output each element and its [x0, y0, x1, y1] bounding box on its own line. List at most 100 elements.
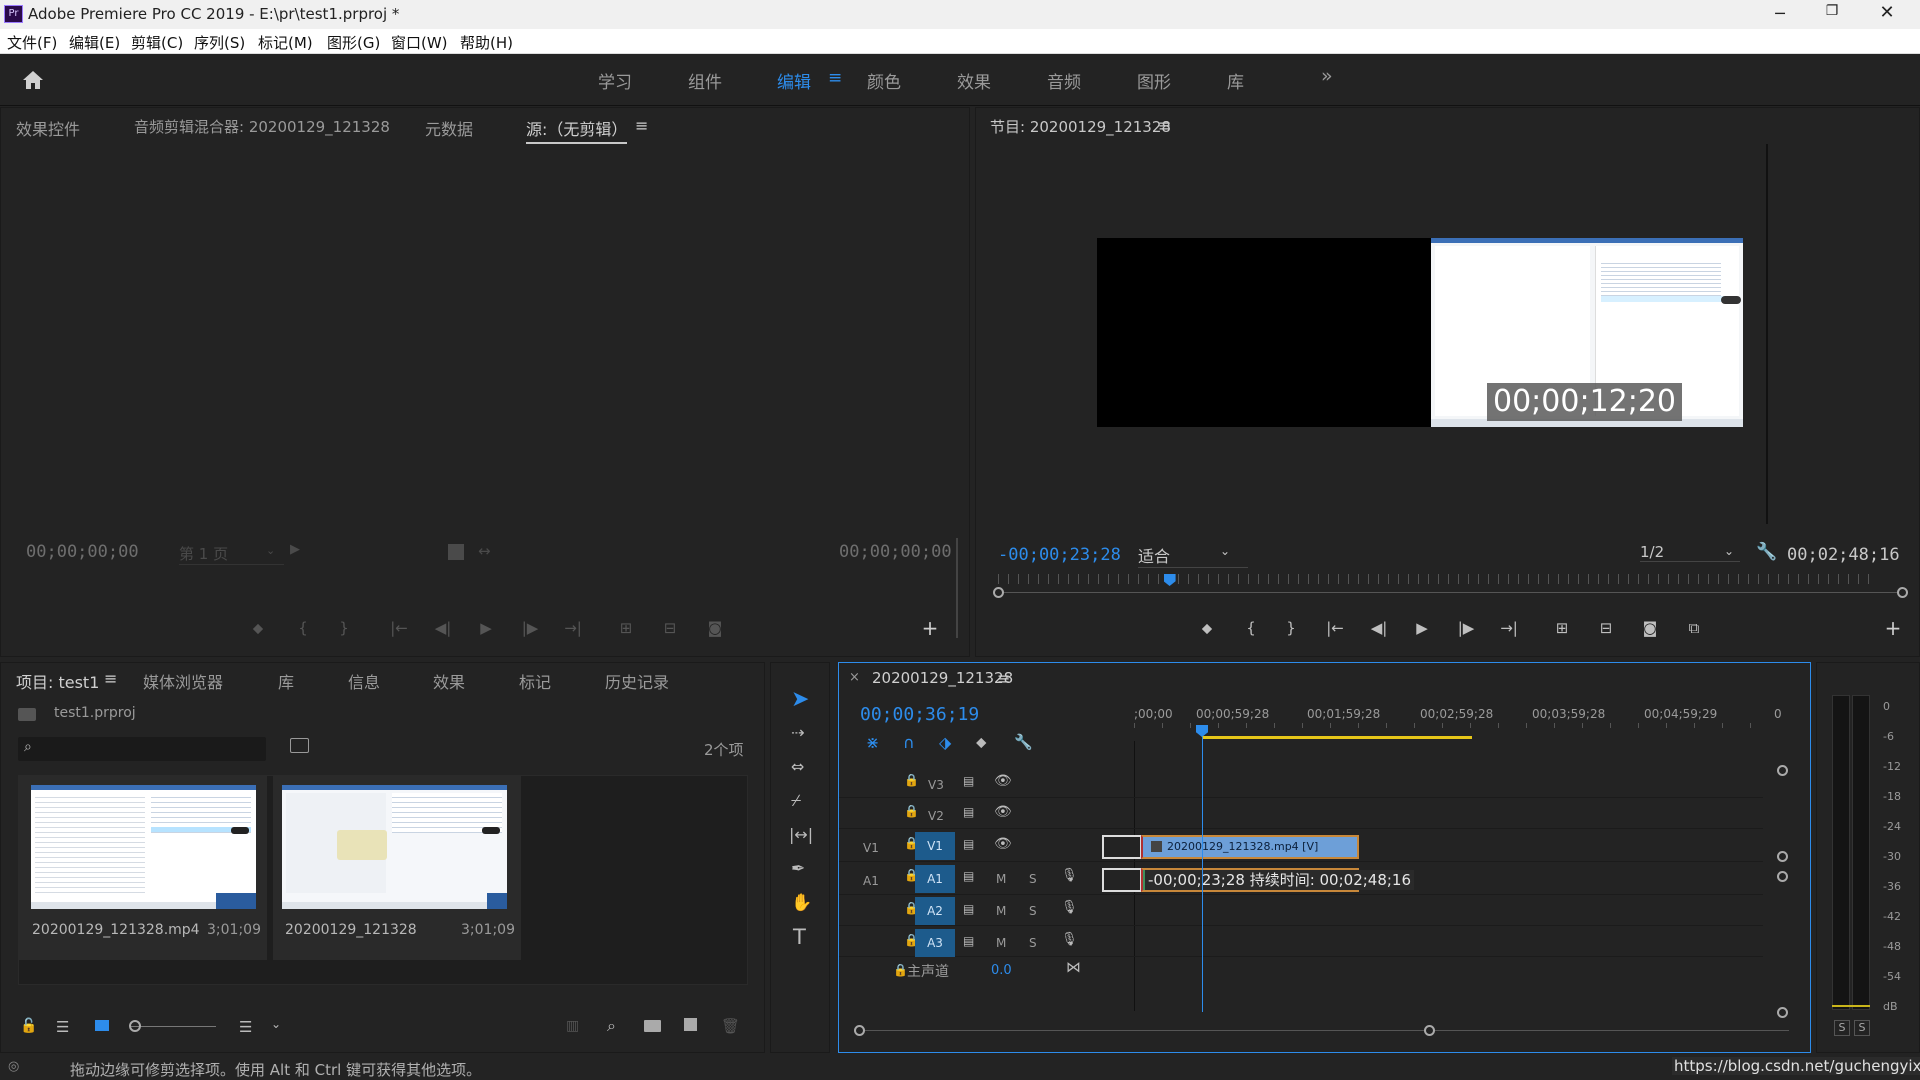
program-compare-icon[interactable]: ⧉: [1681, 616, 1707, 640]
razor-tool-icon[interactable]: ⌿: [791, 791, 801, 811]
program-extract-icon[interactable]: ⊟: [1593, 616, 1619, 640]
tab-info[interactable]: 信息: [348, 669, 380, 693]
master-volume-value[interactable]: 0.0: [991, 963, 1012, 978]
meter-solo-left[interactable]: S: [1834, 1020, 1850, 1036]
new-search-bin-icon[interactable]: [290, 738, 309, 753]
program-mark-out-icon[interactable]: }: [1278, 616, 1304, 640]
track-select-tool-icon[interactable]: ⇢: [791, 723, 804, 742]
voiceover-mic-icon[interactable]: 🎙: [1061, 932, 1078, 947]
home-icon[interactable]: [22, 70, 44, 90]
source-mark-in-icon[interactable]: {: [290, 616, 316, 640]
menu-marker[interactable]: 标记(M): [258, 32, 313, 53]
source-step-fwd-icon[interactable]: |▶: [517, 616, 543, 640]
source-menu-icon[interactable]: ≡: [635, 116, 648, 135]
a-scroll-handle[interactable]: [1777, 1007, 1788, 1018]
program-mini-ruler[interactable]: [998, 574, 1878, 584]
tab-media-browser[interactable]: 媒体浏览器: [143, 669, 223, 693]
track-eye-icon[interactable]: 👁: [994, 836, 1012, 852]
v-scroll-handle[interactable]: [1777, 851, 1788, 862]
source-export-frame-icon[interactable]: ◙: [702, 616, 728, 640]
menu-help[interactable]: 帮助(H): [460, 32, 513, 53]
source-mark-out-icon[interactable]: }: [331, 616, 357, 640]
tab-effect-controls[interactable]: 效果控件: [16, 116, 80, 140]
source-play-icon[interactable]: ▶: [473, 616, 499, 640]
program-go-in-icon[interactable]: |←: [1322, 616, 1348, 640]
tab-metadata[interactable]: 元数据: [425, 116, 473, 140]
timeline-marker-icon[interactable]: ⬥: [976, 733, 987, 751]
tab-effects[interactable]: 效果: [433, 669, 465, 693]
sort-icon[interactable]: ☰: [239, 1018, 252, 1036]
voiceover-mic-icon[interactable]: 🎙: [1061, 868, 1078, 883]
source-timecode-left[interactable]: 00;00;00;00: [26, 542, 139, 562]
program-export-frame-icon[interactable]: ◙: [1637, 616, 1663, 640]
project-search-input[interactable]: [18, 737, 266, 761]
new-bin-icon[interactable]: [644, 1020, 661, 1032]
source-audio-icon[interactable]: ↔: [478, 542, 491, 560]
program-mark-in-icon[interactable]: {: [1238, 616, 1264, 640]
h-scroll-handle-right[interactable]: [1424, 1025, 1435, 1036]
ripple-edit-tool-icon[interactable]: ⇔: [791, 757, 804, 776]
project-item-card[interactable]: 20200129_121328.mp4 3;01;09: [19, 776, 267, 960]
source-drop-icon[interactable]: [448, 544, 464, 560]
track-target-a3[interactable]: A3: [915, 929, 955, 957]
program-zoom-handle-right[interactable]: [1897, 587, 1908, 598]
tab-project[interactable]: 项目: test1: [16, 669, 99, 693]
workspace-color[interactable]: 颜色: [867, 68, 901, 93]
timeline-menu-icon[interactable]: ≡: [997, 669, 1010, 688]
tab-history[interactable]: 历史记录: [605, 669, 669, 693]
timeline-close-icon[interactable]: ×: [849, 670, 860, 685]
minimize-icon[interactable]: ─: [1765, 4, 1795, 24]
mute-button[interactable]: M: [996, 904, 1006, 918]
workspace-editing[interactable]: 编辑: [777, 68, 811, 93]
snap-icon[interactable]: ⋇: [866, 733, 879, 752]
source-marker-icon[interactable]: ⬥: [245, 616, 271, 640]
timeline-timecode[interactable]: 00;00;36;19: [860, 704, 979, 725]
program-go-out-icon[interactable]: →|: [1496, 616, 1522, 640]
pen-tool-icon[interactable]: ✒: [791, 859, 805, 879]
program-marker-icon[interactable]: ⬥: [1194, 616, 1220, 640]
zoom-slider[interactable]: [131, 1026, 216, 1027]
solo-button[interactable]: S: [1029, 872, 1037, 886]
restore-icon[interactable]: ❐: [1817, 3, 1847, 23]
program-current-timecode[interactable]: -00;00;23;28: [998, 545, 1121, 565]
mute-button[interactable]: M: [996, 872, 1006, 886]
workspace-assembly[interactable]: 组件: [688, 68, 722, 93]
tab-markers[interactable]: 标记: [519, 669, 551, 693]
track-target-a2[interactable]: A2: [915, 897, 955, 925]
menu-edit[interactable]: 编辑(E): [69, 32, 120, 53]
solo-button[interactable]: S: [1029, 936, 1037, 950]
lock-icon[interactable]: 🔓: [20, 1018, 37, 1034]
program-fit-select[interactable]: 适合: [1138, 543, 1248, 568]
source-patch-a1[interactable]: A1: [863, 874, 879, 888]
program-title[interactable]: 节目: 20200129_121328: [990, 116, 1171, 137]
program-lift-icon[interactable]: ⊞: [1549, 616, 1575, 640]
workspace-audio[interactable]: 音频: [1047, 68, 1081, 93]
project-item-card[interactable]: 20200129_121328 3;01;09: [273, 776, 521, 960]
program-zoom-handle-left[interactable]: [993, 587, 1004, 598]
program-add-button-icon[interactable]: +: [1880, 616, 1906, 640]
workspace-effects[interactable]: 效果: [957, 68, 991, 93]
source-go-in-icon[interactable]: |←: [386, 616, 412, 640]
track-eye-icon[interactable]: 👁: [994, 773, 1012, 789]
track-target-v1[interactable]: V1: [915, 832, 955, 860]
voiceover-mic-icon[interactable]: 🎙: [1061, 900, 1078, 915]
project-menu-icon[interactable]: ≡: [104, 669, 117, 688]
menu-window[interactable]: 窗口(W): [391, 32, 448, 53]
work-area-bar[interactable]: [1202, 736, 1472, 739]
sync-lock-icon[interactable]: ▤: [963, 805, 974, 819]
a-scroll-handle[interactable]: [1777, 871, 1788, 882]
sync-lock-icon[interactable]: ▤: [963, 837, 974, 851]
source-page-next-icon[interactable]: ▶: [290, 542, 300, 557]
menu-file[interactable]: 文件(F): [7, 32, 57, 53]
timeline-settings-icon[interactable]: 🔧: [1014, 733, 1033, 751]
sync-lock-icon[interactable]: ▤: [963, 934, 974, 948]
h-scroll-handle-left[interactable]: [854, 1025, 865, 1036]
master-lock-icon[interactable]: 🔒: [893, 963, 908, 977]
selection-tool-icon[interactable]: ➤: [791, 687, 809, 712]
workspace-graphics[interactable]: 图形: [1137, 68, 1171, 93]
workspace-libraries[interactable]: 库: [1227, 68, 1244, 93]
track-lock-icon[interactable]: 🔒: [904, 773, 919, 787]
sync-lock-icon[interactable]: ▤: [963, 774, 974, 788]
source-overwrite-icon[interactable]: ⊟: [657, 616, 683, 640]
sort-dropdown-icon[interactable]: ⌄: [271, 1017, 281, 1031]
